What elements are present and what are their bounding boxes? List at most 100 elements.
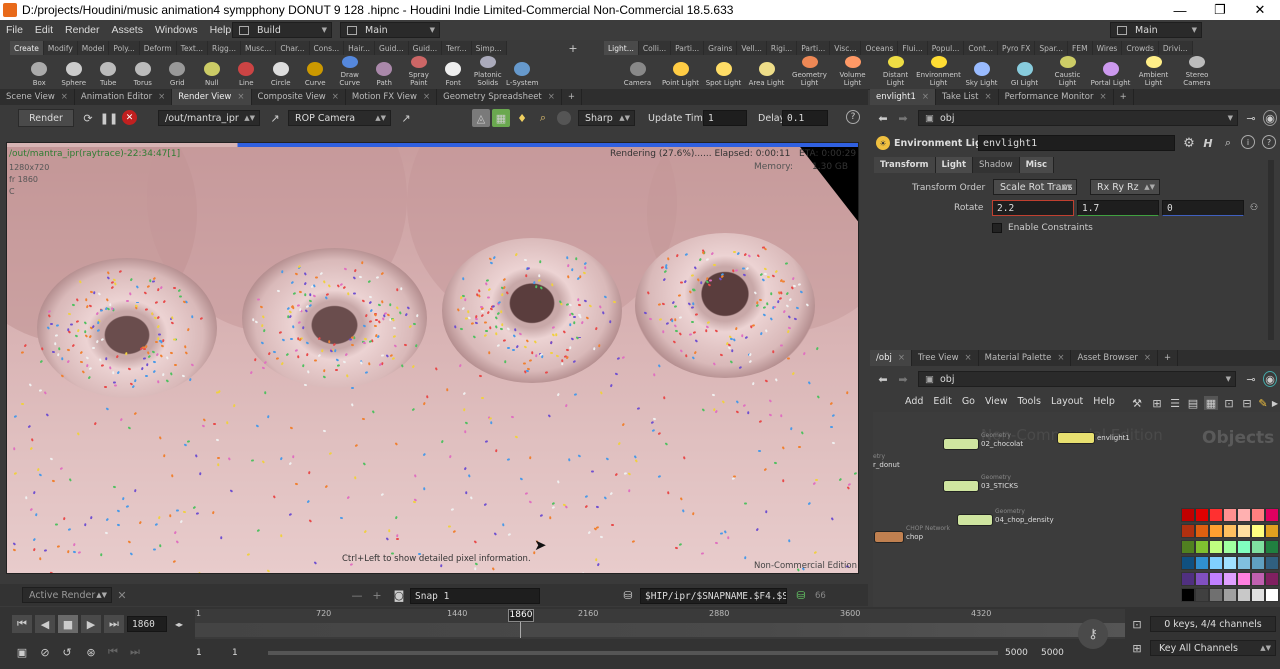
stop-icon[interactable]: ✕ <box>122 110 137 125</box>
snapshot-icon[interactable]: ◬ <box>472 109 490 127</box>
help-h-icon[interactable]: H <box>1200 135 1216 151</box>
tool-distant-light[interactable]: Distant Light <box>874 56 917 90</box>
subtab-misc[interactable]: Misc <box>1019 157 1055 173</box>
save-all-icon[interactable]: ⛁ <box>793 587 809 603</box>
shelf-tab-cont[interactable]: Cont... <box>964 41 999 55</box>
palette-swatch[interactable] <box>1265 588 1279 602</box>
subtab-shadow[interactable]: Shadow <box>973 157 1020 173</box>
tool-draw-curve[interactable]: Draw Curve <box>333 56 368 90</box>
palette-swatch[interactable] <box>1209 556 1223 570</box>
next-key-icon[interactable]: ⏭ <box>126 643 144 661</box>
tab-render-view[interactable]: Render View × <box>172 89 252 105</box>
help-icon[interactable]: ? <box>846 110 860 124</box>
node-chop[interactable] <box>874 531 904 543</box>
tool-tube[interactable]: Tube <box>91 56 126 90</box>
sticky-note-icon[interactable]: ✎ <box>1256 396 1270 410</box>
palette-swatch[interactable] <box>1237 524 1251 538</box>
audio-icon[interactable]: ⊘ <box>36 643 54 661</box>
tool-sphere[interactable]: Sphere <box>57 56 92 90</box>
palette-swatch[interactable] <box>1181 572 1195 586</box>
tab-animation-editor[interactable]: Animation Editor × <box>75 89 173 105</box>
shelf-tab-flui[interactable]: Flui... <box>898 41 928 55</box>
shelf-tab-create[interactable]: Create <box>10 41 44 55</box>
key-icon[interactable]: ⚷ <box>1078 619 1108 649</box>
keyframe-icon[interactable]: ⊡ <box>1128 615 1146 633</box>
palette-swatch[interactable] <box>1265 572 1279 586</box>
palette-swatch[interactable] <box>1265 540 1279 554</box>
menu-file[interactable]: File <box>0 24 29 36</box>
palette-swatch[interactable] <box>1223 588 1237 602</box>
palette-swatch[interactable] <box>1195 524 1209 538</box>
network-menu-view[interactable]: View <box>980 396 1013 407</box>
play-reverse-icon[interactable]: ◀ <box>35 615 55 633</box>
palette-swatch[interactable] <box>1223 556 1237 570</box>
menu-edit[interactable]: Edit <box>29 24 59 36</box>
palette-swatch[interactable] <box>1195 540 1209 554</box>
jump-rop-icon[interactable]: ↗ <box>267 110 283 126</box>
shelf-tab-hair[interactable]: Hair... <box>344 41 376 55</box>
shelf-tab-grains[interactable]: Grains <box>704 41 738 55</box>
node-name-field[interactable]: envlight1 <box>978 135 1175 151</box>
current-frame-field[interactable]: 1860 <box>127 616 167 632</box>
remove-snapshot-icon[interactable]: ✕ <box>115 587 129 603</box>
render-button[interactable]: Render <box>18 109 74 127</box>
tool-gi-light[interactable]: GI Light <box>1003 56 1046 90</box>
shelf-tab-spar[interactable]: Spar... <box>1035 41 1069 55</box>
sharp-select[interactable]: Sharp ▲▼ <box>578 110 635 126</box>
tool-sky-light[interactable]: Sky Light <box>960 56 1003 90</box>
add-shelf-icon[interactable]: + <box>566 41 580 55</box>
palette-swatch[interactable] <box>1209 572 1223 586</box>
save-snapshot-icon[interactable]: ⛁ <box>620 587 636 603</box>
palette-swatch[interactable] <box>1237 508 1251 522</box>
step-icon[interactable]: ◂▸ <box>169 616 189 632</box>
network-menu-tools[interactable]: Tools <box>1013 396 1046 407</box>
node-envlight1[interactable] <box>1057 432 1095 444</box>
shelf-tab-fem[interactable]: FEM <box>1068 41 1093 55</box>
link-icon[interactable]: ◉ <box>1263 371 1277 387</box>
transform-order-select[interactable]: Scale Rot Trans ▲▼ <box>993 179 1077 195</box>
shelf-tab-terr[interactable]: Terr... <box>442 41 472 55</box>
tool-stereo-camera[interactable]: Stereo Camera <box>1175 56 1219 90</box>
render-region-icon[interactable]: ▦ <box>492 109 510 127</box>
shelf-tab-rigg[interactable]: Rigg... <box>207 41 241 55</box>
palette-swatch[interactable] <box>1251 540 1265 554</box>
node-04-chop-density[interactable] <box>957 514 993 526</box>
range-end[interactable]: 5000 <box>1041 648 1064 658</box>
link-icon[interactable]: ◉ <box>1263 110 1277 126</box>
tool-volume-light[interactable]: Volume Light <box>831 56 874 90</box>
palette-swatch[interactable] <box>1237 540 1251 554</box>
tool-caustic-light[interactable]: Caustic Light <box>1046 56 1089 90</box>
channel-list-icon[interactable]: ⊞ <box>1128 639 1146 657</box>
add-tab-icon[interactable]: + <box>562 89 583 105</box>
tab-asset-browser[interactable]: Asset Browser × <box>1071 350 1158 366</box>
magnify-icon[interactable]: ⌕ <box>535 109 551 127</box>
network-menu-help[interactable]: Help <box>1088 396 1120 407</box>
list-icon[interactable]: ☰ <box>1168 396 1182 410</box>
help-icon[interactable]: ? <box>1262 135 1276 149</box>
constraints-checkbox[interactable] <box>992 223 1002 233</box>
tab-performance-monitor[interactable]: Performance Monitor × <box>999 89 1114 105</box>
info-icon[interactable]: i <box>1241 135 1255 149</box>
tool-grid[interactable]: Grid <box>160 56 195 90</box>
pause-icon[interactable]: ❚❚ <box>100 109 118 127</box>
tab-composite-view[interactable]: Composite View × <box>252 89 346 105</box>
jump-start-icon[interactable]: ⏮ <box>12 615 32 633</box>
rotation-order-select[interactable]: Rx Ry Rz ▲▼ <box>1090 179 1160 195</box>
network-box-icon[interactable]: ⊟ <box>1240 396 1254 410</box>
tool-font[interactable]: Font <box>436 56 471 90</box>
shelf-tab-crowds[interactable]: Crowds <box>1122 41 1159 55</box>
shelf-tab-modify[interactable]: Modify <box>43 41 78 55</box>
palette-swatch[interactable] <box>1223 524 1237 538</box>
pin-icon[interactable]: ⊸ <box>1244 371 1258 387</box>
jump-end-icon[interactable]: ⏭ <box>104 615 124 633</box>
desktop-main-select-right[interactable]: Main ▼ <box>1110 22 1202 38</box>
back-arrow-icon[interactable]: ⬅ <box>876 371 890 387</box>
timeline-cursor[interactable]: 1860 <box>508 609 534 622</box>
network-menu-go[interactable]: Go <box>957 396 980 407</box>
tool-spray-paint[interactable]: Spray Paint <box>402 56 437 90</box>
play-icon[interactable]: ▶ <box>81 615 101 633</box>
desktop-select[interactable]: Build ▼ <box>232 22 332 38</box>
search-icon[interactable]: ⌕ <box>1220 135 1236 151</box>
range-start[interactable]: 1 <box>196 648 202 658</box>
node-03-sticks[interactable] <box>943 480 979 492</box>
